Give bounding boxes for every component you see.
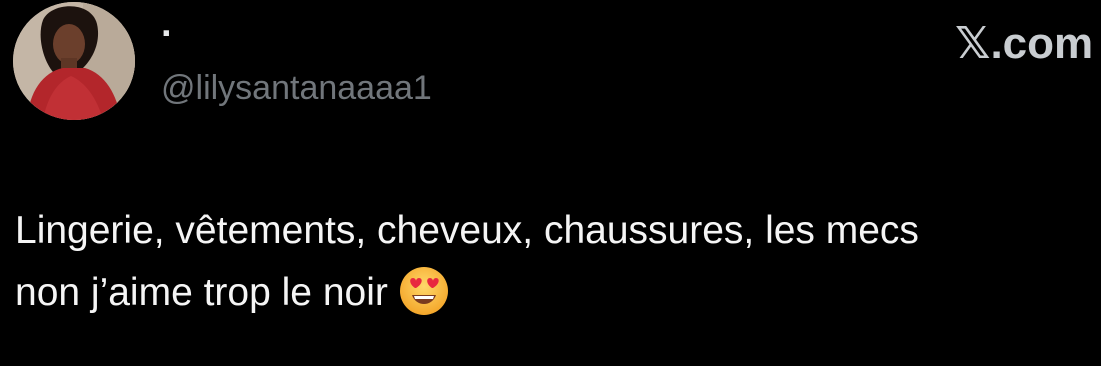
- tweet-text: Lingerie, vêtements, cheveux, chaussures…: [15, 200, 1101, 336]
- tweet-text-line: non j’aime trop le noir: [15, 271, 388, 314]
- avatar[interactable]: [13, 2, 135, 120]
- tweet-text-line: Lingerie, vêtements, cheveux, chaussures…: [15, 209, 919, 252]
- x-brand-logo: 𝕏.com: [955, 19, 1094, 68]
- heart-eyes-emoji-icon: [398, 265, 450, 336]
- tweet-card: · @lilysantanaaaa1 𝕏.com Lingerie, vêtem…: [0, 0, 1101, 366]
- profile-photo-icon: [13, 2, 135, 120]
- author-handle[interactable]: @lilysantanaaaa1: [161, 68, 432, 108]
- tweet-text-line-2: non j’aime trop le noir: [15, 262, 1101, 336]
- author-display-name[interactable]: ·: [161, 14, 174, 54]
